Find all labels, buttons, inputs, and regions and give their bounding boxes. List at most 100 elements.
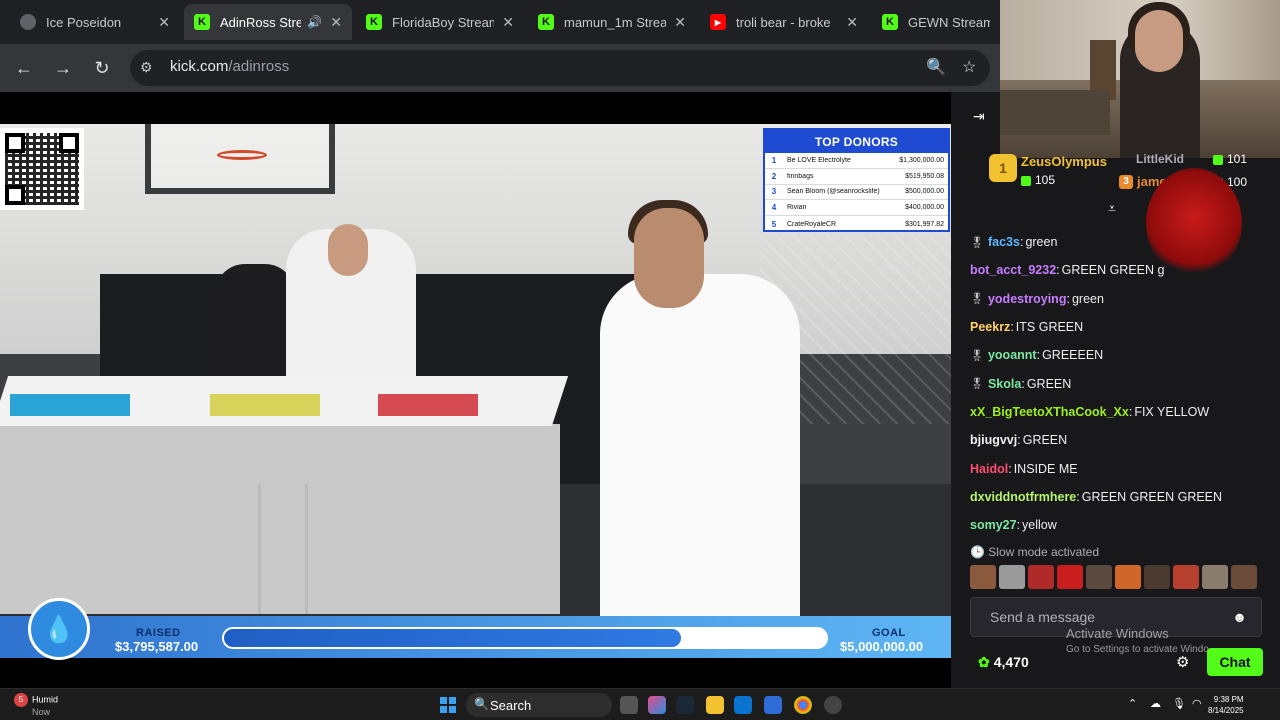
donor-rank: 4 <box>771 203 777 213</box>
browser-tab-strip: Ice Poseidon ✕ K AdinRoss Stream 🔊 ✕ K F… <box>0 0 1000 44</box>
emoji-picker-icon[interactable]: ☻ <box>1232 609 1247 625</box>
leader-second-count: 101 <box>1213 152 1247 166</box>
leader-second-count-value: 101 <box>1227 152 1248 166</box>
chat-separator: : <box>1019 235 1024 250</box>
rank-one-badge: 1 <box>989 154 1017 182</box>
progress-fill <box>224 629 681 647</box>
qr-finder <box>5 133 25 153</box>
donor-name: Sean Bloom (@seanrockslife) <box>787 188 880 196</box>
chat-message: xX_BigTeetoXThaCook_Xx: FIX YELLOW <box>970 398 1270 426</box>
chat-username[interactable]: bjiugvvj <box>970 433 1017 447</box>
chat-settings-icon[interactable]: ⚙ <box>1176 653 1189 671</box>
copilot-icon[interactable] <box>648 696 666 714</box>
raised-label: RAISED <box>136 627 181 639</box>
chat-username[interactable]: yooannt <box>988 348 1037 362</box>
chat-message: 🎖 yooannt: GREEEEN <box>970 341 1270 369</box>
weather-widget[interactable]: 5 Humid Now <box>14 693 58 718</box>
expand-pinned-icon[interactable]: ⩡ <box>1108 200 1116 217</box>
activate-windows-watermark: Activate Windows Go to Settings to activ… <box>1066 626 1209 655</box>
zoom-icon[interactable]: 🔍 <box>926 57 946 77</box>
speaker-icon[interactable]: 🔊 <box>307 15 322 29</box>
chat-input-placeholder: Send a message <box>990 609 1096 625</box>
chat-username[interactable]: fac3s <box>988 235 1020 249</box>
site-info-icon[interactable]: ⚙ <box>140 59 153 76</box>
leader-second-name[interactable]: LittleKid <box>1136 152 1184 166</box>
desktop: { "tabs": [ {"title": "Ice Poseidon", "i… <box>0 0 1280 720</box>
tab-gewn[interactable]: K GEWN Stream - <box>872 4 1000 40</box>
chat-username[interactable]: Skola <box>988 377 1021 391</box>
close-icon[interactable]: ✕ <box>674 14 686 31</box>
chat-username[interactable]: xX_BigTeetoXThaCook_Xx <box>970 405 1129 419</box>
cloud-icon[interactable]: ☁ <box>1150 697 1161 710</box>
app-icon[interactable] <box>824 696 842 714</box>
bookmark-star-icon[interactable]: ☆ <box>962 57 976 77</box>
address-bar[interactable]: ⚙ kick.com/adinross 🔍 ☆ <box>130 50 990 86</box>
system-clock[interactable]: 9:38 PM 8/14/2025 <box>1208 694 1244 716</box>
emote[interactable] <box>1202 565 1228 589</box>
chat-username[interactable]: bot_acct_9232 <box>970 263 1056 277</box>
tray-overflow-icon[interactable]: ⌃ <box>1128 697 1137 710</box>
taskbar-search[interactable]: 🔍 Search <box>466 693 612 717</box>
emote[interactable] <box>1086 565 1112 589</box>
chat-separator: : <box>1021 376 1025 391</box>
emote[interactable] <box>1028 565 1054 589</box>
emote[interactable] <box>1173 565 1199 589</box>
emote[interactable] <box>1144 565 1170 589</box>
emote[interactable] <box>1115 565 1141 589</box>
steam-icon[interactable] <box>676 696 694 714</box>
file-explorer-icon[interactable] <box>706 696 724 714</box>
donor-amount: $301,997.82 <box>905 220 944 228</box>
tab-title: Ice Poseidon <box>46 14 122 30</box>
red-pad <box>378 394 478 416</box>
chat-message: 🎖 fac3s: green <box>970 228 1270 256</box>
chat-username[interactable]: Peekrz <box>970 320 1010 334</box>
chat-username[interactable]: yodestroying <box>988 292 1067 306</box>
windows-start-icon[interactable] <box>440 697 456 713</box>
chat-separator: : <box>1076 489 1080 504</box>
chat-separator: : <box>1036 348 1041 363</box>
chat-send-button[interactable]: Chat <box>1207 648 1263 676</box>
tab-troli-bear[interactable]: ▶ troli bear - broke ✕ <box>700 4 868 40</box>
leader-first-count: 105 <box>1021 173 1055 187</box>
chat-text: green <box>1071 291 1104 306</box>
chat-message: dxviddnotfrmhere: GREEN GREEN GREEN <box>970 483 1270 511</box>
tab-title: FloridaBoy Stream <box>392 14 495 30</box>
reload-icon[interactable]: ↻ <box>90 56 114 80</box>
tab-ice-poseidon[interactable]: Ice Poseidon ✕ <box>10 4 180 40</box>
close-icon[interactable]: ✕ <box>158 14 170 31</box>
chrome-icon[interactable] <box>794 696 812 714</box>
tab-mamun[interactable]: K mamun_1m Stream ✕ <box>528 4 696 40</box>
tab-floridaboy[interactable]: K FloridaBoy Stream ✕ <box>356 4 524 40</box>
task-view-icon[interactable] <box>620 696 638 714</box>
forward-icon[interactable]: → <box>51 56 75 80</box>
emote[interactable] <box>970 565 996 589</box>
donor-row: 4 Rivian $400,000.00 <box>765 200 948 217</box>
goal-value: $5,000,000.00 <box>840 639 924 654</box>
emote[interactable] <box>1231 565 1257 589</box>
chat-separator: : <box>1056 263 1060 278</box>
collapse-chat-icon[interactable]: ⇥ <box>973 108 985 125</box>
outlook-icon[interactable] <box>764 696 782 714</box>
donor-name: finnbags <box>787 172 814 180</box>
mic-icon[interactable]: 🎙 <box>1172 697 1186 710</box>
store-icon[interactable] <box>734 696 752 714</box>
chat-username[interactable]: Haidol <box>970 462 1008 476</box>
emote[interactable] <box>999 565 1025 589</box>
chat-username[interactable]: somy27 <box>970 518 1017 532</box>
slow-mode-notice: 🕒 Slow mode activated <box>970 545 1100 559</box>
back-icon[interactable]: ← <box>12 56 36 80</box>
rank-three-badge: 3 <box>1119 175 1133 189</box>
chat-text: GREEEEN <box>1042 348 1104 363</box>
channel-points[interactable]: ✿ 4,470 <box>978 654 1029 671</box>
wifi-icon[interactable]: ◠ <box>1192 697 1202 710</box>
youtube-icon: ▶ <box>710 14 726 30</box>
leader-first-name[interactable]: ZeusOlympus <box>1021 154 1107 169</box>
close-icon[interactable]: ✕ <box>502 14 514 31</box>
donor-row: 2 finnbags $519,950.08 <box>765 169 948 185</box>
close-icon[interactable]: ✕ <box>846 14 858 31</box>
close-icon[interactable]: ✕ <box>330 14 342 31</box>
weather-subtitle: Now <box>32 707 51 717</box>
chat-username[interactable]: dxviddnotfrmhere <box>970 490 1076 504</box>
emote[interactable] <box>1057 565 1083 589</box>
tab-adinross[interactable]: K AdinRoss Stream 🔊 ✕ <box>184 4 352 40</box>
